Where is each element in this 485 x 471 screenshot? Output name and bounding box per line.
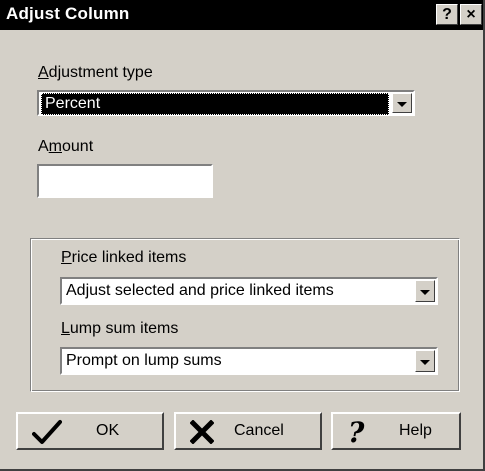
amount-input[interactable] <box>37 164 213 198</box>
svg-text:?: ? <box>348 417 365 447</box>
amount-label-accesskey: m <box>48 138 62 155</box>
title-close-button[interactable]: × <box>460 4 482 25</box>
ok-label: OK <box>96 422 120 439</box>
amount-label-prefix: A <box>38 138 49 155</box>
price-linked-select[interactable]: Adjust selected and price linked items <box>60 277 438 305</box>
adjustment-type-select[interactable]: Percent <box>37 90 415 116</box>
price-linked-label-text: rice linked items <box>71 249 187 266</box>
adjustment-type-value: Percent <box>41 93 389 115</box>
ok-button[interactable]: OK <box>16 412 164 450</box>
price-linked-label: Price linked items <box>61 249 186 267</box>
lump-sum-value: Prompt on lump sums <box>66 352 222 369</box>
help-label: Help <box>399 422 432 439</box>
lump-sum-label: Lump sum items <box>61 320 178 338</box>
lump-sum-label-text: ump sum items <box>69 320 179 337</box>
checkmark-icon <box>32 419 62 450</box>
adjustment-type-dropdown-button[interactable] <box>392 93 412 113</box>
question-mark-icon: ? <box>345 416 369 452</box>
adjustment-type-label-text: djustment type <box>48 64 153 81</box>
price-linked-label-accesskey: P <box>61 249 72 266</box>
lump-sum-select[interactable]: Prompt on lump sums <box>60 347 438 375</box>
amount-label: Amount <box>38 138 93 156</box>
price-linked-value: Adjust selected and price linked items <box>66 282 334 299</box>
lump-sum-dropdown-button[interactable] <box>415 350 435 372</box>
help-glyph-icon: ? <box>442 6 452 23</box>
chevron-down-icon <box>420 360 430 365</box>
adjust-column-dialog: Adjust Column ? × Adjustment type Percen… <box>0 0 485 471</box>
adjustment-type-label: Adjustment type <box>38 64 153 82</box>
window-title: Adjust Column <box>6 4 130 23</box>
cancel-label: Cancel <box>234 422 284 439</box>
adjustment-type-label-accesskey: A <box>38 64 49 81</box>
amount-label-text: ount <box>62 138 94 155</box>
chevron-down-icon <box>397 102 407 107</box>
price-linked-dropdown-button[interactable] <box>415 280 435 302</box>
x-icon <box>189 419 215 449</box>
close-icon: × <box>466 6 476 23</box>
title-help-button[interactable]: ? <box>436 4 458 25</box>
cancel-button[interactable]: Cancel <box>174 412 322 450</box>
lump-sum-label-accesskey: L <box>61 320 70 337</box>
help-button[interactable]: ? Help <box>331 412 461 450</box>
chevron-down-icon <box>420 290 430 295</box>
title-bar: Adjust Column ? × <box>0 0 483 30</box>
